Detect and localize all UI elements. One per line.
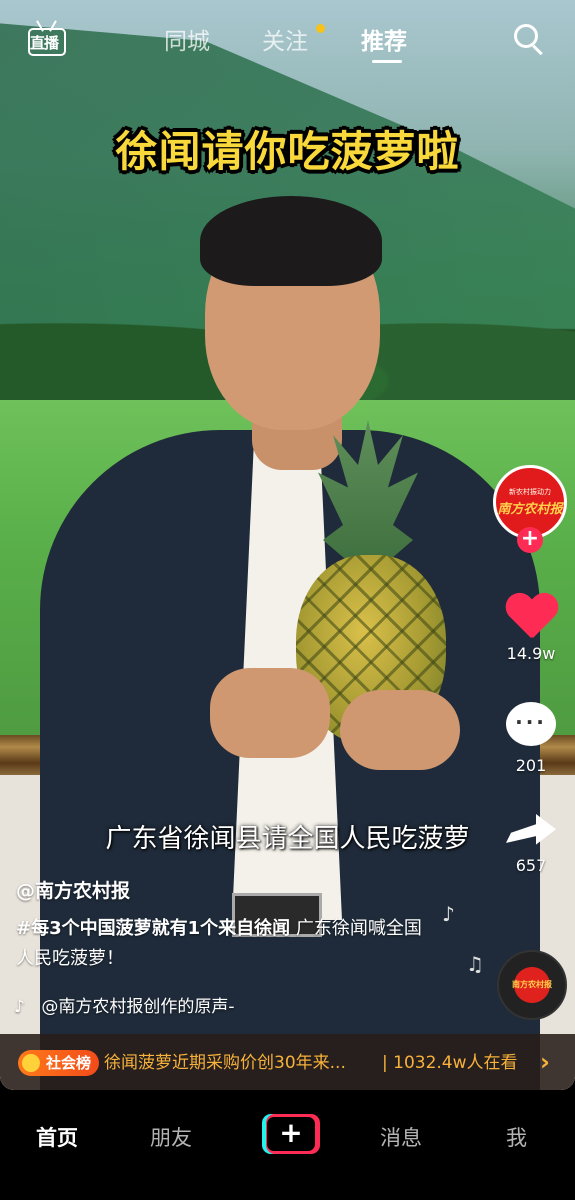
- video-subtitle: 广东省徐闻县请全国人民吃菠萝: [105, 824, 470, 854]
- create-button[interactable]: +: [262, 1114, 320, 1154]
- avatar-small-text: 新农村振动力: [509, 488, 551, 496]
- comment-count: 201: [515, 756, 547, 775]
- hot-list-bar[interactable]: 社会榜 徐闻菠萝近期采购价创30年来... | 1032.4w人在看 ›: [0, 1034, 575, 1090]
- chevron-right-icon: ›: [540, 1048, 550, 1076]
- like-button[interactable]: 14.9w: [500, 594, 562, 663]
- hot-list-badge: 社会榜: [18, 1050, 100, 1076]
- right-hand: [340, 690, 460, 770]
- like-count: 14.9w: [506, 644, 556, 663]
- tab-local[interactable]: 同城: [164, 22, 210, 56]
- comment-bubble-icon: ···: [506, 702, 556, 746]
- share-button[interactable]: 657: [500, 806, 562, 875]
- tiktok-note-icon: ♪: [14, 997, 25, 1017]
- hot-topic-text: 徐闻菠萝近期采购价创30年来...: [104, 1053, 346, 1073]
- presenter-hair: [200, 196, 382, 286]
- music-title: @南方农村报创作的原声-: [41, 997, 235, 1017]
- flame-icon: [22, 1054, 40, 1072]
- heart-icon: [505, 594, 557, 642]
- top-nav-bar: 直播 同城 关注 推荐: [0, 0, 575, 80]
- bottom-nav: 首页 朋友 + 消息 我: [0, 1090, 575, 1200]
- active-tab-underline: [372, 60, 402, 63]
- left-hand: [210, 668, 330, 758]
- new-content-dot: [316, 24, 325, 33]
- video-title-caption: 徐闻请你吃菠萝啦: [115, 127, 460, 176]
- nav-me[interactable]: 我: [506, 1122, 527, 1152]
- avatar-text: 南方农村报: [497, 502, 563, 517]
- music-note-icon: ♫: [466, 952, 484, 976]
- music-disc-icon[interactable]: 南方农村报: [497, 950, 567, 1020]
- share-arrow-icon: [506, 806, 556, 848]
- live-label: 直播: [30, 34, 59, 52]
- tab-recommended[interactable]: 推荐: [361, 22, 407, 56]
- tab-following[interactable]: 关注: [262, 22, 308, 56]
- comment-button[interactable]: ··· 201: [500, 702, 562, 775]
- plus-icon: +: [267, 1117, 315, 1151]
- music-note-icon: ♪: [442, 902, 455, 926]
- music-row[interactable]: ♪ @南方农村报创作的原声-: [14, 992, 235, 1017]
- disc-label: 南方农村报: [512, 980, 552, 989]
- post-description: #每3个中国菠萝就有1个来自徐闻 广东徐闻喊全国人民吃菠萝！: [16, 914, 426, 974]
- nav-friends[interactable]: 朋友: [150, 1122, 192, 1152]
- creator-avatar-group: 新农村振动力 南方农村报 +: [493, 465, 567, 555]
- author-handle[interactable]: @南方农村报: [16, 876, 130, 903]
- search-icon[interactable]: [512, 22, 546, 56]
- hashtag[interactable]: #每3个中国菠萝就有1个来自徐闻: [16, 918, 290, 939]
- viewer-count: | 1032.4w人在看: [382, 1053, 518, 1073]
- nav-home[interactable]: 首页: [36, 1122, 78, 1152]
- nav-messages[interactable]: 消息: [380, 1122, 422, 1152]
- follow-plus-button[interactable]: +: [517, 527, 543, 553]
- share-count: 657: [515, 856, 547, 875]
- live-tv-icon[interactable]: 直播: [24, 18, 70, 58]
